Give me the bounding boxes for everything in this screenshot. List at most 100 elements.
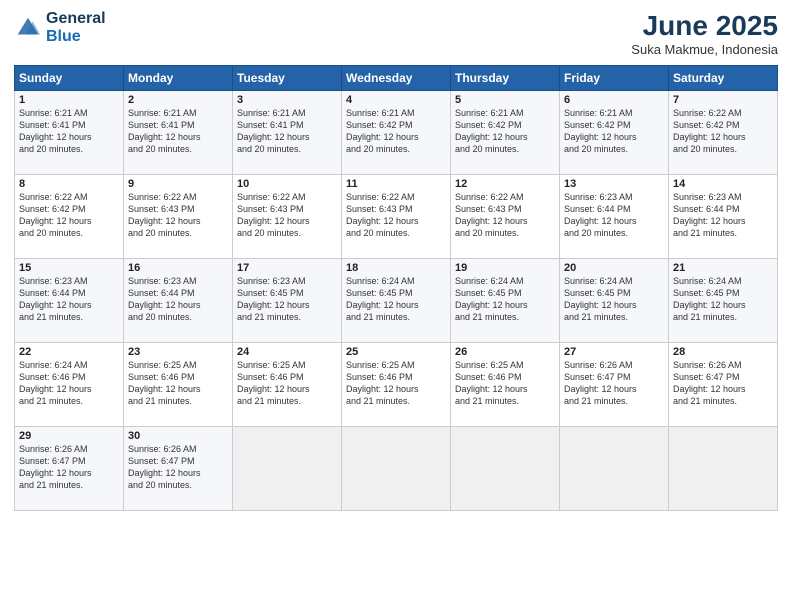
day-info: Sunrise: 6:24 AM Sunset: 6:45 PM Dayligh… xyxy=(564,275,664,324)
day-number: 29 xyxy=(19,430,119,442)
col-saturday: Saturday xyxy=(669,66,778,91)
title-block: June 2025 Suka Makmue, Indonesia xyxy=(631,10,778,57)
day-number: 19 xyxy=(455,262,555,274)
calendar-cell: 26Sunrise: 6:25 AM Sunset: 6:46 PM Dayli… xyxy=(451,343,560,427)
calendar-cell: 16Sunrise: 6:23 AM Sunset: 6:44 PM Dayli… xyxy=(124,259,233,343)
calendar-cell: 8Sunrise: 6:22 AM Sunset: 6:42 PM Daylig… xyxy=(15,175,124,259)
day-number: 25 xyxy=(346,346,446,358)
day-number: 18 xyxy=(346,262,446,274)
calendar-week-row: 29Sunrise: 6:26 AM Sunset: 6:47 PM Dayli… xyxy=(15,427,778,511)
day-info: Sunrise: 6:21 AM Sunset: 6:41 PM Dayligh… xyxy=(237,107,337,156)
day-number: 20 xyxy=(564,262,664,274)
calendar-cell: 29Sunrise: 6:26 AM Sunset: 6:47 PM Dayli… xyxy=(15,427,124,511)
calendar-week-row: 22Sunrise: 6:24 AM Sunset: 6:46 PM Dayli… xyxy=(15,343,778,427)
calendar-cell xyxy=(560,427,669,511)
day-info: Sunrise: 6:21 AM Sunset: 6:41 PM Dayligh… xyxy=(19,107,119,156)
day-number: 23 xyxy=(128,346,228,358)
day-info: Sunrise: 6:24 AM Sunset: 6:45 PM Dayligh… xyxy=(673,275,773,324)
calendar-cell: 6Sunrise: 6:21 AM Sunset: 6:42 PM Daylig… xyxy=(560,91,669,175)
calendar-header-row: Sunday Monday Tuesday Wednesday Thursday… xyxy=(15,66,778,91)
calendar-week-row: 8Sunrise: 6:22 AM Sunset: 6:42 PM Daylig… xyxy=(15,175,778,259)
logo-icon xyxy=(14,14,42,42)
calendar-cell xyxy=(669,427,778,511)
col-thursday: Thursday xyxy=(451,66,560,91)
calendar-cell: 1Sunrise: 6:21 AM Sunset: 6:41 PM Daylig… xyxy=(15,91,124,175)
calendar-cell xyxy=(342,427,451,511)
calendar-cell: 10Sunrise: 6:22 AM Sunset: 6:43 PM Dayli… xyxy=(233,175,342,259)
day-number: 4 xyxy=(346,94,446,106)
day-number: 1 xyxy=(19,94,119,106)
calendar-cell: 13Sunrise: 6:23 AM Sunset: 6:44 PM Dayli… xyxy=(560,175,669,259)
col-sunday: Sunday xyxy=(15,66,124,91)
calendar-cell: 22Sunrise: 6:24 AM Sunset: 6:46 PM Dayli… xyxy=(15,343,124,427)
day-info: Sunrise: 6:21 AM Sunset: 6:42 PM Dayligh… xyxy=(455,107,555,156)
day-info: Sunrise: 6:26 AM Sunset: 6:47 PM Dayligh… xyxy=(564,359,664,408)
day-number: 11 xyxy=(346,178,446,190)
day-info: Sunrise: 6:23 AM Sunset: 6:44 PM Dayligh… xyxy=(564,191,664,240)
col-monday: Monday xyxy=(124,66,233,91)
day-info: Sunrise: 6:24 AM Sunset: 6:45 PM Dayligh… xyxy=(455,275,555,324)
day-number: 16 xyxy=(128,262,228,274)
day-info: Sunrise: 6:22 AM Sunset: 6:43 PM Dayligh… xyxy=(128,191,228,240)
day-info: Sunrise: 6:21 AM Sunset: 6:42 PM Dayligh… xyxy=(346,107,446,156)
calendar-cell: 19Sunrise: 6:24 AM Sunset: 6:45 PM Dayli… xyxy=(451,259,560,343)
calendar-cell: 5Sunrise: 6:21 AM Sunset: 6:42 PM Daylig… xyxy=(451,91,560,175)
day-number: 7 xyxy=(673,94,773,106)
day-info: Sunrise: 6:26 AM Sunset: 6:47 PM Dayligh… xyxy=(673,359,773,408)
calendar-cell: 28Sunrise: 6:26 AM Sunset: 6:47 PM Dayli… xyxy=(669,343,778,427)
calendar-cell: 27Sunrise: 6:26 AM Sunset: 6:47 PM Dayli… xyxy=(560,343,669,427)
day-info: Sunrise: 6:22 AM Sunset: 6:42 PM Dayligh… xyxy=(19,191,119,240)
day-number: 6 xyxy=(564,94,664,106)
day-number: 8 xyxy=(19,178,119,190)
calendar-cell: 30Sunrise: 6:26 AM Sunset: 6:47 PM Dayli… xyxy=(124,427,233,511)
calendar-cell: 18Sunrise: 6:24 AM Sunset: 6:45 PM Dayli… xyxy=(342,259,451,343)
day-number: 24 xyxy=(237,346,337,358)
calendar-cell: 20Sunrise: 6:24 AM Sunset: 6:45 PM Dayli… xyxy=(560,259,669,343)
day-number: 26 xyxy=(455,346,555,358)
calendar-week-row: 1Sunrise: 6:21 AM Sunset: 6:41 PM Daylig… xyxy=(15,91,778,175)
calendar-table: Sunday Monday Tuesday Wednesday Thursday… xyxy=(14,65,778,511)
col-wednesday: Wednesday xyxy=(342,66,451,91)
month-title: June 2025 xyxy=(631,10,778,42)
calendar-cell xyxy=(233,427,342,511)
day-number: 5 xyxy=(455,94,555,106)
day-number: 28 xyxy=(673,346,773,358)
logo: General Blue xyxy=(14,10,106,45)
calendar-cell: 14Sunrise: 6:23 AM Sunset: 6:44 PM Dayli… xyxy=(669,175,778,259)
header: General Blue June 2025 Suka Makmue, Indo… xyxy=(14,10,778,57)
day-number: 14 xyxy=(673,178,773,190)
calendar-cell: 2Sunrise: 6:21 AM Sunset: 6:41 PM Daylig… xyxy=(124,91,233,175)
calendar-cell: 9Sunrise: 6:22 AM Sunset: 6:43 PM Daylig… xyxy=(124,175,233,259)
calendar-cell: 11Sunrise: 6:22 AM Sunset: 6:43 PM Dayli… xyxy=(342,175,451,259)
day-number: 22 xyxy=(19,346,119,358)
calendar-cell: 23Sunrise: 6:25 AM Sunset: 6:46 PM Dayli… xyxy=(124,343,233,427)
calendar-cell xyxy=(451,427,560,511)
day-info: Sunrise: 6:23 AM Sunset: 6:44 PM Dayligh… xyxy=(19,275,119,324)
day-number: 17 xyxy=(237,262,337,274)
day-number: 10 xyxy=(237,178,337,190)
col-friday: Friday xyxy=(560,66,669,91)
logo-general: General xyxy=(46,10,106,27)
day-info: Sunrise: 6:25 AM Sunset: 6:46 PM Dayligh… xyxy=(346,359,446,408)
calendar-cell: 15Sunrise: 6:23 AM Sunset: 6:44 PM Dayli… xyxy=(15,259,124,343)
day-info: Sunrise: 6:23 AM Sunset: 6:45 PM Dayligh… xyxy=(237,275,337,324)
day-number: 13 xyxy=(564,178,664,190)
day-info: Sunrise: 6:25 AM Sunset: 6:46 PM Dayligh… xyxy=(237,359,337,408)
day-number: 3 xyxy=(237,94,337,106)
day-number: 12 xyxy=(455,178,555,190)
calendar-cell: 25Sunrise: 6:25 AM Sunset: 6:46 PM Dayli… xyxy=(342,343,451,427)
calendar-cell: 17Sunrise: 6:23 AM Sunset: 6:45 PM Dayli… xyxy=(233,259,342,343)
day-info: Sunrise: 6:25 AM Sunset: 6:46 PM Dayligh… xyxy=(455,359,555,408)
day-info: Sunrise: 6:22 AM Sunset: 6:43 PM Dayligh… xyxy=(237,191,337,240)
logo-blue: Blue xyxy=(46,28,81,45)
page: General Blue June 2025 Suka Makmue, Indo… xyxy=(0,0,792,612)
day-info: Sunrise: 6:21 AM Sunset: 6:41 PM Dayligh… xyxy=(128,107,228,156)
day-number: 15 xyxy=(19,262,119,274)
calendar-cell: 21Sunrise: 6:24 AM Sunset: 6:45 PM Dayli… xyxy=(669,259,778,343)
day-info: Sunrise: 6:25 AM Sunset: 6:46 PM Dayligh… xyxy=(128,359,228,408)
day-info: Sunrise: 6:23 AM Sunset: 6:44 PM Dayligh… xyxy=(128,275,228,324)
day-info: Sunrise: 6:21 AM Sunset: 6:42 PM Dayligh… xyxy=(564,107,664,156)
day-number: 9 xyxy=(128,178,228,190)
calendar-cell: 3Sunrise: 6:21 AM Sunset: 6:41 PM Daylig… xyxy=(233,91,342,175)
calendar-cell: 24Sunrise: 6:25 AM Sunset: 6:46 PM Dayli… xyxy=(233,343,342,427)
